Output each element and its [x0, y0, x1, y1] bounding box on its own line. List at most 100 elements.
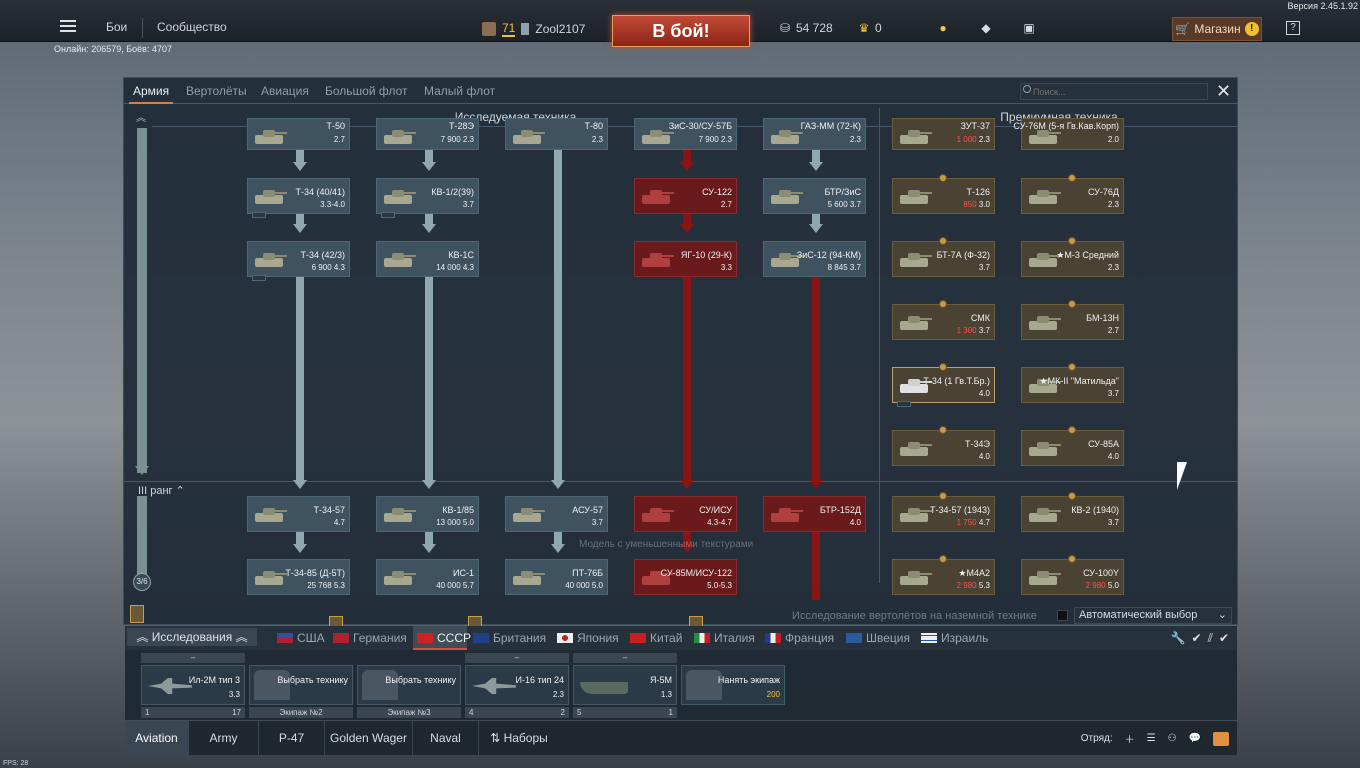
menu-community[interactable]: Сообщество	[157, 20, 227, 34]
list-icon[interactable]: ☰	[1147, 733, 1156, 744]
tab-bluewater-fleet[interactable]: Большой флот	[325, 84, 408, 98]
research-toggle[interactable]: ︽ Исследования ︽	[127, 628, 257, 646]
to-battle-button[interactable]: В бой!	[612, 15, 750, 47]
premium-vehicle-card[interactable]: Т-126 850 3.0	[892, 174, 995, 214]
preset-golden-wager[interactable]: Golden Wager	[325, 721, 413, 755]
crew-slot[interactable]: Я-5М 1.3	[573, 665, 677, 705]
vehicle-card[interactable]: ЗиС-12 (94-КМ) 8 845 3.7	[763, 241, 866, 277]
heli-research-checkbox[interactable]	[1057, 610, 1068, 621]
vehicle-card[interactable]: АСУ-57 3.7	[505, 496, 608, 532]
premium-vehicle-card[interactable]: КВ-2 (1940) 3.7	[1021, 492, 1124, 532]
crew-slot[interactable]: Ил-2М тип 3 3.3	[141, 665, 245, 705]
preset-p47[interactable]: P-47	[259, 721, 325, 755]
premium-vehicle-card[interactable]: ★МК-II "Матильда" 3.7	[1021, 363, 1124, 403]
help-button[interactable]: ?	[1286, 21, 1300, 35]
vehicle-card[interactable]: ПТ-76Б 40 000 5.0	[505, 559, 608, 595]
auto-select-dropdown[interactable]: Автоматический выбор ⌄	[1074, 607, 1232, 624]
premium-vehicle-card[interactable]: БТ-7А (Ф-32) 3.7	[892, 237, 995, 277]
vehicle-card[interactable]: Т-80 2.3	[505, 118, 608, 150]
vehicle-card[interactable]: КВ-1/2(39) 3.7	[376, 178, 479, 218]
vehicle-card[interactable]: ЯГ-10 (29-К) 3.3	[634, 241, 737, 277]
vehicle-card[interactable]: СУ/ИСУ 4.3-4.7	[634, 496, 737, 532]
crew-portrait	[686, 670, 722, 700]
nation-italy[interactable]: Италия	[694, 631, 755, 645]
vehicle-card[interactable]: Т-34-57 4.7	[247, 496, 350, 532]
sort-icon: ⇅	[490, 731, 504, 745]
preset-army[interactable]: Army	[189, 721, 259, 755]
premium-vehicle-card[interactable]: Т-34-57 (1943) 1 750 4.7	[892, 492, 995, 532]
chat-icon[interactable]: 💬	[1189, 733, 1201, 744]
contacts-icon[interactable]: ⚇	[1168, 733, 1177, 744]
slash-check-icon[interactable]: ⫽	[1208, 631, 1213, 646]
premium-vehicle-card[interactable]: БМ-13Н 2.7	[1021, 300, 1124, 340]
china-flag-icon	[630, 633, 646, 643]
tab-coastal-fleet[interactable]: Малый флот	[424, 84, 495, 98]
nation-israel[interactable]: Израиль	[921, 631, 988, 645]
premium-vehicle-card[interactable]: ★М-3 Средний 2.3	[1021, 237, 1124, 277]
vehicle-card[interactable]: ЗиС-30/СУ-57Б 7 900 2.3	[634, 118, 737, 150]
premium-vehicle-card[interactable]: СУ-76Д 2.3	[1021, 174, 1124, 214]
premium-vehicle-card[interactable]: СУ-76М (5-я Гв.Кав.Корп) 2.0	[1013, 118, 1124, 150]
preset-naval[interactable]: Naval	[413, 721, 479, 755]
tab-aviation[interactable]: Авиация	[261, 84, 309, 98]
premium-vehicle-card[interactable]: СУ-100Y 2 980 5.0	[1021, 555, 1124, 595]
menu-icon[interactable]	[60, 20, 76, 32]
vehicle-card[interactable]: БТР-152Д 4.0	[763, 496, 866, 532]
nation-china[interactable]: Китай	[630, 631, 682, 645]
tab-helicopters[interactable]: Вертолёты	[186, 84, 247, 98]
nation-britain[interactable]: Британия	[473, 631, 546, 645]
silver-balance[interactable]: ⛁ 54 728	[778, 21, 833, 35]
vehicle-card[interactable]: СУ-122 2.7	[634, 178, 737, 214]
vehicle-card[interactable]: БТР/ЗиС 5 600 3.7	[763, 178, 866, 214]
online-stats: Онлайн: 206579, Боёв: 4707	[54, 44, 172, 54]
tab-army[interactable]: Армия	[128, 84, 174, 104]
player-profile[interactable]: 71 Zool2107	[482, 21, 585, 37]
collapse-icon[interactable]: ︽	[136, 109, 146, 124]
nation-usa[interactable]: США	[277, 631, 325, 645]
premium-vehicle-card[interactable]: Т-34Э 4.0	[892, 426, 995, 466]
check-icon[interactable]: ✔	[1192, 631, 1202, 646]
crew-slot[interactable]: Выбрать технику	[357, 665, 461, 705]
nation-japan[interactable]: Япония	[557, 631, 619, 645]
premium-vehicle-card[interactable]: ЗУТ-37 1 000 2.3	[892, 118, 995, 150]
search-input[interactable]	[1020, 83, 1208, 100]
nation-germany[interactable]: Германия	[333, 631, 407, 645]
check-icon[interactable]: ✔	[1219, 631, 1229, 646]
vehicle-card[interactable]: Т-50 2.7	[247, 118, 350, 150]
preset-aviation[interactable]: Aviation	[125, 721, 189, 755]
crew-slot[interactable]: Выбрать технику	[249, 665, 353, 705]
add-icon[interactable]: ＋	[1125, 731, 1135, 746]
close-icon[interactable]: ✕	[1216, 82, 1231, 100]
vehicle-card[interactable]: СУ-85М/ИСУ-122 5.0-5.3	[634, 559, 737, 595]
nation-ussr[interactable]: СССР	[417, 631, 471, 645]
vehicle-card[interactable]: Т-34 (42/3) 6 900 4.3	[247, 241, 350, 281]
vehicle-card[interactable]: Т-34-85 (Д-5Т) 25 768 5.3	[247, 559, 350, 595]
wrench-icon[interactable]: 🔧	[1171, 631, 1186, 646]
vehicle-card[interactable]: КВ-1С 14 000 4.3	[376, 241, 479, 277]
vehicle-card[interactable]: ГАЗ-ММ (72-К) 2.3	[763, 118, 866, 150]
mail-icon[interactable]	[1213, 731, 1229, 746]
hire-crew-slot[interactable]: Нанять экипаж 200	[681, 665, 785, 705]
battle-pass-icon[interactable]: ◆	[979, 21, 993, 35]
menu-battles[interactable]: Бои	[106, 20, 127, 34]
premium-vehicle-card[interactable]: СУ-85А 4.0	[1021, 426, 1124, 466]
vehicle-card[interactable]: Т-34 (40/41) 3.3-4.0	[247, 178, 350, 218]
collapse-icon: ︽	[232, 630, 248, 644]
premium-vehicle-card[interactable]: Т-34 (1 Гв.Т.Бр.) 4.0	[892, 363, 995, 407]
vehicle-card[interactable]: Т-28Э 7 900 2.3	[376, 118, 479, 150]
coupon-icon[interactable]: ▣	[1022, 21, 1036, 35]
fps-counter: FPS: 28	[3, 760, 29, 767]
lightbulb-icon[interactable]: ●	[936, 21, 950, 35]
nation-sweden[interactable]: Швеция	[846, 631, 910, 645]
nation-france[interactable]: Франция	[765, 631, 834, 645]
vehicle-card[interactable]: ИС-1 40 000 5.7	[376, 559, 479, 595]
premium-vehicle-card[interactable]: СМК 1 300 3.7	[892, 300, 995, 340]
rank-progress-bar	[137, 128, 147, 473]
gold-balance[interactable]: ♛ 0	[857, 21, 882, 35]
shop-button[interactable]: 🛒 Магазин !	[1172, 17, 1262, 41]
vehicle-card[interactable]: КВ-1/85 13 000 5.0	[376, 496, 479, 532]
chevron-up-icon: ⌃	[175, 485, 185, 497]
premium-vehicle-card[interactable]: ★М4А2 2 980 5.3	[892, 555, 995, 595]
crew-slot[interactable]: И-16 тип 24 2.3	[465, 665, 569, 705]
presets-button[interactable]: ⇅ Наборы	[479, 721, 559, 755]
